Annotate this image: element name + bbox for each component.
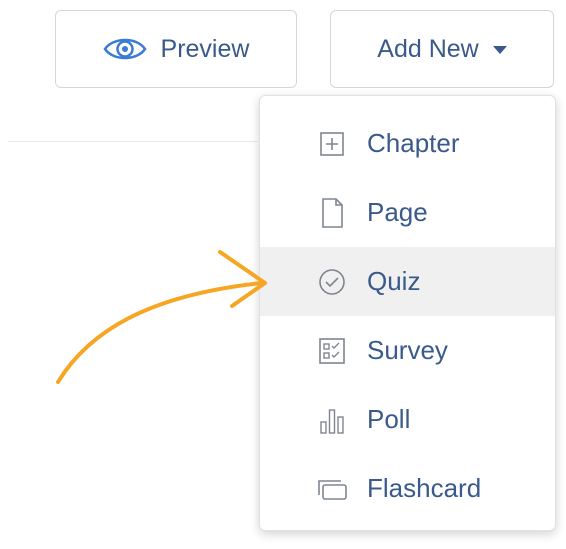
menu-item-flashcard[interactable]: Flashcard <box>260 454 555 523</box>
menu-item-label: Flashcard <box>367 473 482 503</box>
survey-checklist-icon <box>315 334 349 368</box>
menu-item-label: Page <box>367 197 428 227</box>
preview-button[interactable]: Preview <box>55 10 297 88</box>
flashcard-icon <box>315 472 349 506</box>
menu-item-page[interactable]: Page <box>260 178 555 247</box>
menu-item-survey[interactable]: Survey <box>260 316 555 385</box>
add-new-dropdown-menu: Chapter Page Quiz Survey Poll Flashcard <box>259 95 556 531</box>
bar-chart-icon <box>315 403 349 437</box>
menu-item-label: Poll <box>367 404 411 434</box>
page-icon <box>315 196 349 230</box>
check-circle-icon <box>315 265 349 299</box>
add-new-label: Add New <box>377 34 479 63</box>
menu-item-label: Quiz <box>367 266 421 296</box>
divider <box>8 141 258 142</box>
preview-label: Preview <box>160 34 250 63</box>
add-new-button[interactable]: Add New <box>330 10 554 88</box>
menu-item-chapter[interactable]: Chapter <box>260 109 555 178</box>
menu-item-quiz[interactable]: Quiz <box>260 247 555 316</box>
caret-down-icon <box>492 46 507 54</box>
plus-square-icon <box>315 127 349 161</box>
menu-item-label: Chapter <box>367 128 460 158</box>
eye-icon <box>103 38 147 60</box>
menu-item-label: Survey <box>367 335 448 365</box>
menu-item-poll[interactable]: Poll <box>260 385 555 454</box>
